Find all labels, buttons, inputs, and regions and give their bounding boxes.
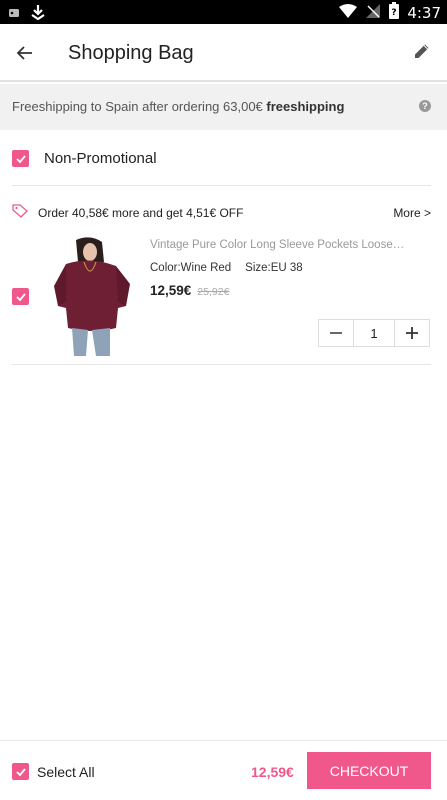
original-price: 25,92€: [197, 286, 230, 298]
notification-icon: [8, 6, 20, 24]
product-attributes: Color:Wine Red Size:EU 38: [150, 262, 303, 274]
promo-row: Order 40,58€ more and get 4,51€ OFF More…: [0, 196, 447, 226]
select-all-checkbox[interactable]: [12, 763, 29, 780]
arrow-left-icon: [16, 46, 32, 60]
product-name[interactable]: Vintage Pure Color Long Sleeve Pockets L…: [150, 239, 420, 251]
divider: [12, 364, 431, 365]
edit-button[interactable]: [409, 38, 435, 64]
wifi-icon: [339, 3, 358, 22]
more-link[interactable]: More >: [393, 206, 431, 220]
promo-text: Order 40,58€ more and get 4,51€ OFF: [38, 206, 244, 220]
group-checkbox[interactable]: [12, 150, 29, 167]
quantity-stepper: 1: [318, 319, 430, 347]
shipping-message: Freeshipping to Spain after ordering 63,…: [12, 99, 344, 114]
total-price: 12,59€: [251, 764, 294, 780]
current-price: 12,59€: [150, 283, 192, 298]
minus-icon: [330, 332, 342, 334]
product-size: Size:EU 38: [245, 262, 303, 274]
quantity-value[interactable]: 1: [353, 320, 395, 346]
increase-quantity-button[interactable]: [395, 320, 429, 346]
divider: [12, 185, 431, 186]
plus-icon: [406, 327, 418, 339]
check-icon: [15, 292, 26, 301]
app-bar: Shopping Bag: [0, 24, 447, 82]
checkout-button[interactable]: CHECKOUT: [307, 752, 431, 789]
product-image[interactable]: [52, 236, 132, 356]
check-icon: [15, 154, 26, 163]
shipping-message-text: Freeshipping to Spain after ordering 63,…: [12, 99, 263, 114]
clock: 4:37: [407, 3, 441, 22]
status-bar: ? 4:37: [0, 0, 447, 24]
help-icon[interactable]: ?: [419, 100, 431, 112]
price-row: 12,59€ 25,92€: [150, 283, 229, 298]
page-title: Shopping Bag: [68, 42, 194, 64]
back-button[interactable]: [10, 38, 40, 68]
check-icon: [15, 767, 26, 776]
decrease-quantity-button[interactable]: [319, 320, 353, 346]
product-color: Color:Wine Red: [150, 262, 232, 274]
select-all-label[interactable]: Select All: [37, 764, 95, 780]
tag-icon: [12, 204, 28, 223]
shipping-emphasis: freeshipping: [266, 99, 345, 114]
cart-item: Vintage Pure Color Long Sleeve Pockets L…: [0, 230, 447, 360]
group-title: Non-Promotional: [44, 150, 157, 167]
pencil-icon: [415, 44, 429, 58]
item-checkbox[interactable]: [12, 288, 29, 305]
no-signal-icon: [365, 3, 381, 23]
battery-icon: ?: [389, 2, 400, 23]
download-icon: [30, 4, 46, 25]
group-header-non-promotional: Non-Promotional: [0, 134, 447, 184]
svg-text:?: ?: [392, 8, 397, 18]
checkout-bar: Select All 12,59€ CHECKOUT: [0, 740, 447, 800]
free-shipping-banner: Freeshipping to Spain after ordering 63,…: [0, 84, 447, 130]
